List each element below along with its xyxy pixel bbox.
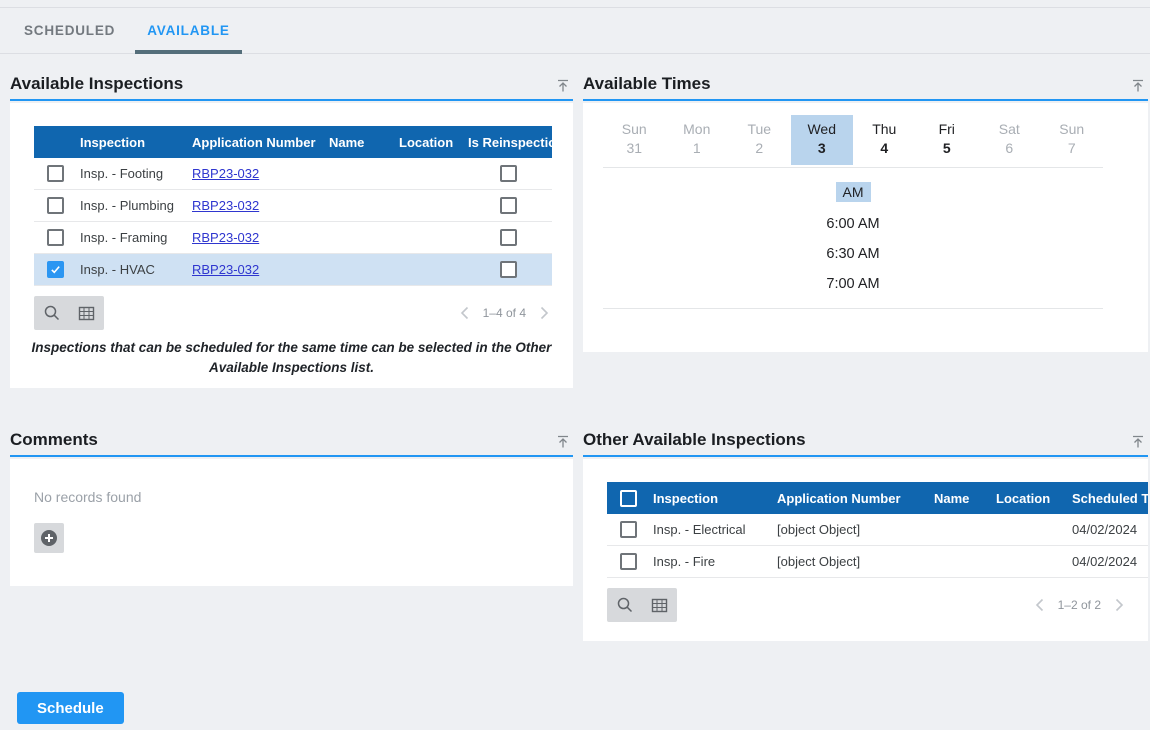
- other-available-inspections-header: Other Available Inspections: [583, 428, 1148, 457]
- col-application-number[interactable]: Application Number: [192, 135, 329, 150]
- am-period-label: AM: [836, 182, 871, 202]
- table-row[interactable]: Insp. - Plumbing RBP23-032: [34, 190, 552, 222]
- col-location[interactable]: Location: [399, 135, 468, 150]
- available-inspections-panel: Inspection Application Number Name Locat…: [10, 103, 573, 388]
- cell-application-number: [object Object]: [777, 522, 934, 537]
- col-inspection[interactable]: Inspection: [653, 491, 777, 506]
- day-wed-3-selected[interactable]: Wed 3: [791, 115, 854, 165]
- day-picker: Sun 31 Mon 1 Tue 2 Wed 3 Thu 4 Fri 5 Sat…: [583, 103, 1148, 165]
- collapse-icon[interactable]: [1130, 434, 1146, 450]
- col-location[interactable]: Location: [996, 491, 1072, 506]
- search-icon[interactable]: [42, 303, 62, 323]
- is-reinspection-checkbox[interactable]: [500, 229, 517, 246]
- available-inspections-header: Available Inspections: [10, 72, 573, 101]
- inspections-note: Inspections that can be scheduled for th…: [30, 338, 553, 378]
- comments-panel: No records found: [10, 459, 573, 586]
- is-reinspection-checkbox[interactable]: [500, 261, 517, 278]
- grid-view-icon[interactable]: [76, 303, 96, 323]
- available-times-panel: Sun 31 Mon 1 Tue 2 Wed 3 Thu 4 Fri 5 Sat…: [583, 103, 1148, 352]
- day-thu-4[interactable]: Thu 4: [853, 115, 916, 165]
- application-number-link[interactable]: RBP23-032: [192, 230, 259, 245]
- is-reinspection-checkbox[interactable]: [500, 165, 517, 182]
- cell-inspection: Insp. - Footing: [80, 166, 192, 181]
- schedule-button[interactable]: Schedule: [17, 692, 124, 724]
- pagination: 1–2 of 2: [1035, 598, 1124, 612]
- other-available-inspections-title: Other Available Inspections: [583, 428, 1148, 452]
- cell-inspection: Insp. - Electrical: [653, 522, 777, 537]
- time-slot-700am[interactable]: 7:00 AM: [603, 276, 1103, 292]
- col-application-number[interactable]: Application Number: [777, 491, 934, 506]
- prev-page-icon[interactable]: [1035, 598, 1044, 612]
- available-times-title: Available Times: [583, 72, 1148, 96]
- day-sat-6: Sat 6: [978, 115, 1041, 165]
- no-records-text: No records found: [34, 489, 573, 505]
- cell-scheduled-time: 04/02/2024: [1072, 554, 1148, 569]
- tab-scheduled[interactable]: SCHEDULED: [12, 8, 127, 53]
- other-inspections-table: Inspection Application Number Name Locat…: [607, 482, 1148, 578]
- available-inspections-table: Inspection Application Number Name Locat…: [34, 126, 552, 286]
- available-inspections-title: Available Inspections: [10, 72, 573, 96]
- cell-inspection: Insp. - Framing: [80, 230, 192, 245]
- application-number-link[interactable]: RBP23-032: [192, 166, 259, 181]
- other-available-inspections-panel: Inspection Application Number Name Locat…: [583, 459, 1148, 641]
- cell-scheduled-time: 04/02/2024: [1072, 522, 1148, 537]
- comments-header: Comments: [10, 428, 573, 457]
- row-checkbox[interactable]: [47, 229, 64, 246]
- cell-inspection: Insp. - Fire: [653, 554, 777, 569]
- plus-circle-icon: [40, 529, 58, 547]
- table-row[interactable]: Insp. - Electrical [object Object] 04/02…: [607, 514, 1148, 546]
- col-name[interactable]: Name: [934, 491, 996, 506]
- collapse-icon[interactable]: [555, 434, 571, 450]
- time-slot-600am[interactable]: 6:00 AM: [603, 216, 1103, 232]
- row-checkbox[interactable]: [620, 521, 637, 538]
- search-icon[interactable]: [615, 595, 635, 615]
- time-slot-630am[interactable]: 6:30 AM: [603, 246, 1103, 262]
- tab-bar: SCHEDULED AVAILABLE: [0, 7, 1150, 54]
- select-all-checkbox[interactable]: [620, 490, 637, 507]
- add-comment-button[interactable]: [34, 523, 64, 553]
- col-is-reinspection[interactable]: Is Reinspection: [468, 135, 552, 150]
- day-sun-7: Sun 7: [1041, 115, 1104, 165]
- collapse-icon[interactable]: [1130, 78, 1146, 94]
- cell-application-number: [object Object]: [777, 554, 934, 569]
- pagination: 1–4 of 4: [460, 306, 549, 320]
- next-page-icon[interactable]: [1115, 598, 1124, 612]
- divider: [603, 308, 1103, 309]
- time-slot-list: AM 6:00 AM 6:30 AM 7:00 AM: [583, 168, 1148, 292]
- comments-title: Comments: [10, 428, 573, 452]
- row-checkbox[interactable]: [47, 165, 64, 182]
- table-header-row: Inspection Application Number Name Locat…: [34, 126, 552, 158]
- collapse-icon[interactable]: [555, 78, 571, 94]
- day-fri-5[interactable]: Fri 5: [916, 115, 979, 165]
- next-page-icon[interactable]: [540, 306, 549, 320]
- pagination-label: 1–4 of 4: [483, 306, 526, 320]
- application-number-link[interactable]: RBP23-032: [192, 198, 259, 213]
- table-row[interactable]: Insp. - Footing RBP23-032: [34, 158, 552, 190]
- cell-inspection: Insp. - Plumbing: [80, 198, 192, 213]
- table-toolbar: [607, 588, 677, 622]
- day-mon-1: Mon 1: [666, 115, 729, 165]
- row-checkbox[interactable]: [47, 197, 64, 214]
- available-times-header: Available Times: [583, 72, 1148, 101]
- day-tue-2: Tue 2: [728, 115, 791, 165]
- table-row[interactable]: Insp. - Framing RBP23-032: [34, 222, 552, 254]
- grid-view-icon[interactable]: [649, 595, 669, 615]
- table-row-selected[interactable]: Insp. - HVAC RBP23-032: [34, 254, 552, 286]
- col-scheduled-time[interactable]: Scheduled Time: [1072, 491, 1148, 506]
- day-sun-31: Sun 31: [603, 115, 666, 165]
- prev-page-icon[interactable]: [460, 306, 469, 320]
- table-header-row: Inspection Application Number Name Locat…: [607, 482, 1148, 514]
- row-checkbox-checked[interactable]: [47, 261, 64, 278]
- cell-inspection: Insp. - HVAC: [80, 262, 192, 277]
- pagination-label: 1–2 of 2: [1058, 598, 1101, 612]
- col-inspection[interactable]: Inspection: [80, 135, 192, 150]
- tab-available[interactable]: AVAILABLE: [135, 8, 241, 53]
- table-toolbar: [34, 296, 104, 330]
- row-checkbox[interactable]: [620, 553, 637, 570]
- is-reinspection-checkbox[interactable]: [500, 197, 517, 214]
- col-name[interactable]: Name: [329, 135, 399, 150]
- application-number-link[interactable]: RBP23-032: [192, 262, 259, 277]
- table-row[interactable]: Insp. - Fire [object Object] 04/02/2024: [607, 546, 1148, 578]
